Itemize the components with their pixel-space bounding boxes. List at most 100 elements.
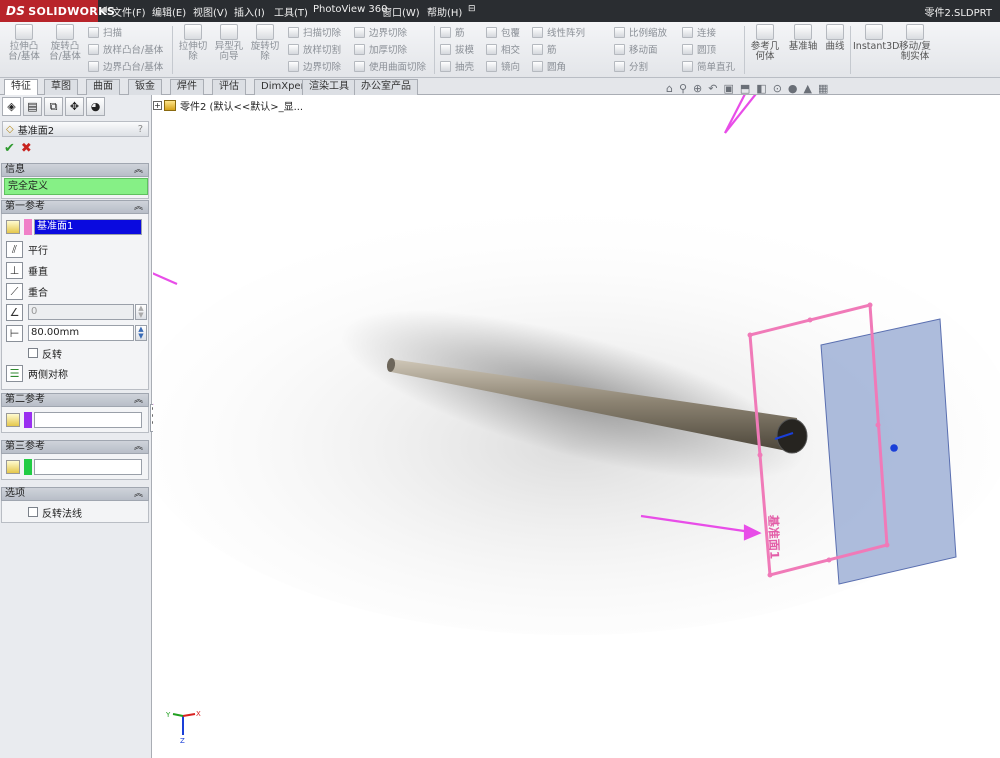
shell-button[interactable]: 抽壳 bbox=[440, 58, 474, 74]
display-style-icon[interactable]: ◧ bbox=[756, 83, 766, 97]
tab-office-products[interactable]: 办公室产品 bbox=[354, 79, 418, 95]
first-reference-field[interactable]: 基准面1 bbox=[34, 219, 142, 235]
hole-wizard-button[interactable]: 异型孔向导 bbox=[212, 24, 246, 62]
extrude-boss-button[interactable]: 拉伸凸台/基体 bbox=[6, 24, 42, 62]
dome-button[interactable]: 圆顶 bbox=[682, 41, 716, 57]
angle-input[interactable]: 0 bbox=[28, 304, 134, 320]
flip-normal-checkbox[interactable] bbox=[28, 507, 38, 517]
menu-window[interactable]: 窗口(W) bbox=[382, 4, 420, 19]
tab-sheet-metal[interactable]: 钣金 bbox=[128, 79, 162, 95]
tab-features[interactable]: 特征 bbox=[4, 79, 38, 96]
menu-edit[interactable]: 编辑(E) bbox=[152, 4, 186, 19]
boundary-cut2-button[interactable]: 边界切除 bbox=[354, 24, 407, 40]
view-orientation-icon[interactable]: ⬒ bbox=[740, 83, 750, 97]
boundary-boss-button[interactable]: 边界凸台/基体 bbox=[88, 58, 163, 74]
ok-checkmark-icon[interactable]: ✔ bbox=[4, 141, 15, 157]
distance-icon[interactable]: ⊢ bbox=[6, 324, 23, 342]
third-reference-section-header[interactable]: 第三参考 ︽ bbox=[1, 440, 149, 454]
flip-option[interactable]: 反转 bbox=[28, 344, 62, 362]
wrap-button[interactable]: 包覆 bbox=[486, 24, 520, 40]
menu-view[interactable]: 视图(V) bbox=[193, 4, 228, 19]
sweep-button[interactable]: 扫描 bbox=[88, 24, 122, 40]
configuration-manager-tab-icon[interactable]: ⧉ bbox=[44, 97, 63, 116]
draft-button[interactable]: 拔模 bbox=[440, 41, 474, 57]
angle-spinner[interactable]: ▲ ▼ bbox=[135, 304, 147, 320]
display-manager-tab-icon[interactable]: ◕ bbox=[86, 97, 105, 116]
dimxpert-manager-tab-icon[interactable]: ✥ bbox=[65, 97, 84, 116]
instant3d-button[interactable]: Instant3D bbox=[853, 24, 899, 52]
zoom-icon[interactable]: ⊕ bbox=[693, 83, 702, 97]
solidworks-logo[interactable]: DS SOLIDWORKS bbox=[0, 0, 115, 22]
menu-insert[interactable]: 插入(I) bbox=[234, 4, 265, 19]
distance-spinner[interactable]: ▲ ▼ bbox=[135, 325, 147, 341]
tab-surfaces[interactable]: 曲面 bbox=[86, 79, 120, 95]
third-reference-field[interactable] bbox=[34, 459, 142, 475]
second-reference-section-header[interactable]: 第二参考 ︽ bbox=[1, 393, 149, 407]
hide-show-icon[interactable]: ⊙ bbox=[773, 83, 782, 97]
menu-file[interactable]: 文件(F) bbox=[112, 4, 146, 19]
scale-button[interactable]: 比例缩放 bbox=[614, 24, 667, 40]
collapse-chevron-icon[interactable]: ︽ bbox=[134, 201, 143, 213]
split-button[interactable]: 分割 bbox=[614, 58, 648, 74]
simple-hole-button[interactable]: 简单直孔 bbox=[682, 58, 735, 74]
fillet-button[interactable]: 圆角 bbox=[532, 58, 566, 74]
section-view-icon[interactable]: ▣ bbox=[723, 83, 733, 97]
collapse-chevron-icon[interactable]: ︽ bbox=[134, 394, 143, 406]
move-face-button[interactable]: 移动面 bbox=[614, 41, 658, 57]
reference-geometry-button[interactable]: 参考几何体 bbox=[748, 24, 782, 62]
plane-handle-icon[interactable] bbox=[890, 444, 898, 452]
boundary-cut-button[interactable]: 边界切除 bbox=[288, 58, 341, 74]
base-axis-button[interactable]: 基准轴 bbox=[786, 24, 820, 52]
help-icon[interactable]: ? bbox=[138, 124, 143, 135]
swept-cut-button[interactable]: 扫描切除 bbox=[288, 24, 341, 40]
edit-appearance-icon[interactable]: ● bbox=[788, 83, 798, 97]
previous-view-icon[interactable]: ↶ bbox=[708, 83, 717, 97]
mid-plane-option[interactable]: ☰ 两侧对称 bbox=[6, 364, 68, 382]
intersect-button[interactable]: 相交 bbox=[486, 41, 520, 57]
property-manager-tab-icon[interactable]: ▤ bbox=[23, 97, 42, 116]
logo-flyout-arrow-icon[interactable]: ◀ bbox=[100, 5, 107, 15]
collapse-chevron-icon[interactable]: ︽ bbox=[134, 441, 143, 453]
parallel-option[interactable]: ⫽ 平行 bbox=[6, 240, 48, 258]
perpendicular-option[interactable]: ⊥ 垂直 bbox=[6, 261, 48, 279]
tab-weldments[interactable]: 焊件 bbox=[170, 79, 204, 95]
loft-boss-button[interactable]: 放样凸台/基体 bbox=[88, 41, 163, 57]
lofted-cut-button[interactable]: 放样切割 bbox=[288, 41, 341, 57]
tab-sketch[interactable]: 草图 bbox=[44, 79, 78, 95]
collapse-chevron-icon[interactable]: ︽ bbox=[134, 164, 143, 176]
mirror-button[interactable]: 镜向 bbox=[486, 58, 520, 74]
extrude-cut-button[interactable]: 拉伸切除 bbox=[176, 24, 210, 62]
first-reference-section-header[interactable]: 第一参考 ︽ bbox=[1, 200, 149, 214]
cancel-x-icon[interactable]: ✖ bbox=[21, 141, 32, 157]
surface-cut-button[interactable]: 使用曲面切除 bbox=[354, 58, 426, 74]
revolve-boss-button[interactable]: 旋转凸台/基体 bbox=[46, 24, 84, 62]
thicken-cut-button[interactable]: 加厚切除 bbox=[354, 41, 407, 57]
graphics-area[interactable]: 基准面1 X Y Z + 零件2 (默认<<默认>_显... bbox=[153, 95, 1000, 758]
view-settings-icon[interactable]: ▦ bbox=[818, 83, 828, 97]
angle-icon[interactable]: ∠ bbox=[6, 303, 23, 321]
second-reference-field[interactable] bbox=[34, 412, 142, 428]
zoom-area-icon[interactable]: ⚲ bbox=[679, 83, 687, 97]
apply-scene-icon[interactable]: ▲ bbox=[804, 83, 812, 97]
tab-evaluate[interactable]: 评估 bbox=[212, 79, 246, 95]
flip-normal-option[interactable]: 反转法线 bbox=[28, 503, 82, 521]
distance-input[interactable]: 80.00mm bbox=[28, 325, 134, 341]
options-section-header[interactable]: 选项 ︽ bbox=[1, 487, 149, 501]
expand-plus-icon[interactable]: + bbox=[153, 101, 162, 110]
collapse-chevron-icon[interactable]: ︽ bbox=[134, 488, 143, 500]
feature-manager-tab-icon[interactable]: ◈ bbox=[2, 97, 21, 116]
revolve-cut-button[interactable]: 旋转切除 bbox=[248, 24, 282, 62]
coincident-option[interactable]: ⟋ 重合 bbox=[6, 282, 48, 300]
pin-icon[interactable]: ⊟ bbox=[468, 4, 476, 14]
curves-button[interactable]: 曲线 bbox=[822, 24, 848, 52]
flip-checkbox[interactable] bbox=[28, 348, 38, 358]
info-section-header[interactable]: 信息 ︽ bbox=[1, 163, 149, 177]
tab-render-tools[interactable]: 渲染工具 bbox=[302, 79, 356, 95]
move-copy-body-button[interactable]: 移动/复制实体 bbox=[898, 24, 932, 62]
connect-button[interactable]: 连接 bbox=[682, 24, 716, 40]
linear-pattern-button[interactable]: 线性阵列 bbox=[532, 24, 585, 40]
zoom-to-fit-icon[interactable]: ⌂ bbox=[666, 83, 673, 97]
menu-tools[interactable]: 工具(T) bbox=[274, 4, 308, 19]
feature-tree-flyout[interactable]: + 零件2 (默认<<默认>_显... bbox=[153, 98, 303, 113]
menu-help[interactable]: 帮助(H) bbox=[427, 4, 462, 19]
